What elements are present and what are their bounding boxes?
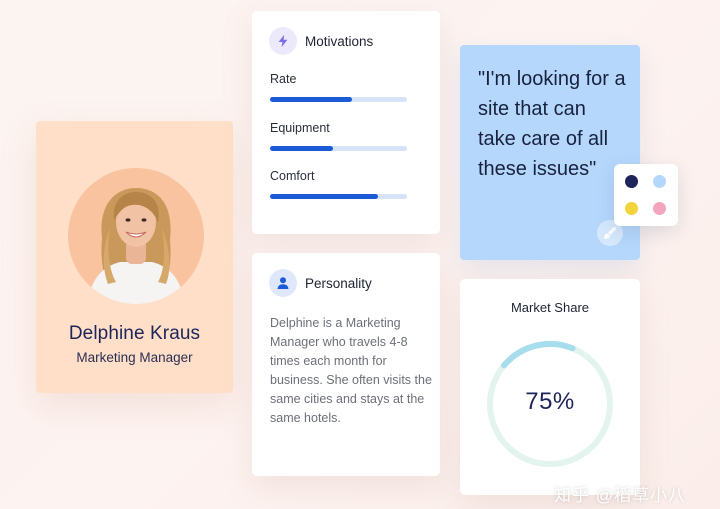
- market-share-title: Market Share: [510, 300, 590, 315]
- quote-card: "I'm looking for a site that can take ca…: [460, 45, 640, 260]
- market-share-value: 75%: [525, 388, 575, 415]
- swatch-navy[interactable]: [625, 175, 638, 188]
- user-icon: [269, 269, 297, 297]
- lightning-icon: [269, 27, 297, 55]
- market-share-card: Market Share 75%: [460, 279, 640, 495]
- avatar: [68, 168, 204, 304]
- metric-label: Comfort: [270, 169, 315, 183]
- metric-label: Rate: [270, 72, 297, 86]
- motivations-header: Motivations: [269, 27, 373, 55]
- metric-label: Equipment: [270, 121, 330, 135]
- swatch-yellow[interactable]: [625, 202, 638, 215]
- profile-card: Delphine Kraus Marketing Manager: [36, 121, 233, 393]
- swatch-pink[interactable]: [653, 202, 666, 215]
- personality-card: Personality Delphine is a Marketing Mana…: [252, 253, 440, 476]
- rate-progress-bar: [270, 97, 407, 102]
- equipment-progress-fill: [270, 146, 334, 151]
- equipment-progress-bar: [270, 146, 407, 151]
- personality-title: Personality: [305, 275, 372, 291]
- color-palette: [614, 164, 678, 226]
- profile-role: Marketing Manager: [76, 350, 193, 365]
- watermark: 知乎 @稻草小八: [554, 486, 686, 505]
- comfort-progress-fill: [270, 194, 379, 199]
- swatch-light-blue[interactable]: [653, 175, 666, 188]
- comfort-progress-bar: [270, 194, 407, 199]
- motivations-card: Motivations Rate Equipment Comfort: [252, 11, 440, 234]
- rate-progress-fill: [270, 97, 353, 102]
- metric-equipment: Equipment: [270, 121, 407, 151]
- metric-rate: Rate: [270, 72, 407, 102]
- profile-name: Delphine Kraus: [68, 323, 201, 344]
- metric-comfort: Comfort: [270, 169, 407, 199]
- personality-header: Personality: [269, 269, 372, 297]
- quote-text: "I'm looking for a site that can take ca…: [478, 68, 626, 180]
- persona-page: { "profile": { "name": "Delphine Kraus",…: [0, 0, 720, 509]
- motivations-title: Motivations: [305, 33, 374, 49]
- personality-description: Delphine is a Marketing Manager who trav…: [270, 316, 432, 425]
